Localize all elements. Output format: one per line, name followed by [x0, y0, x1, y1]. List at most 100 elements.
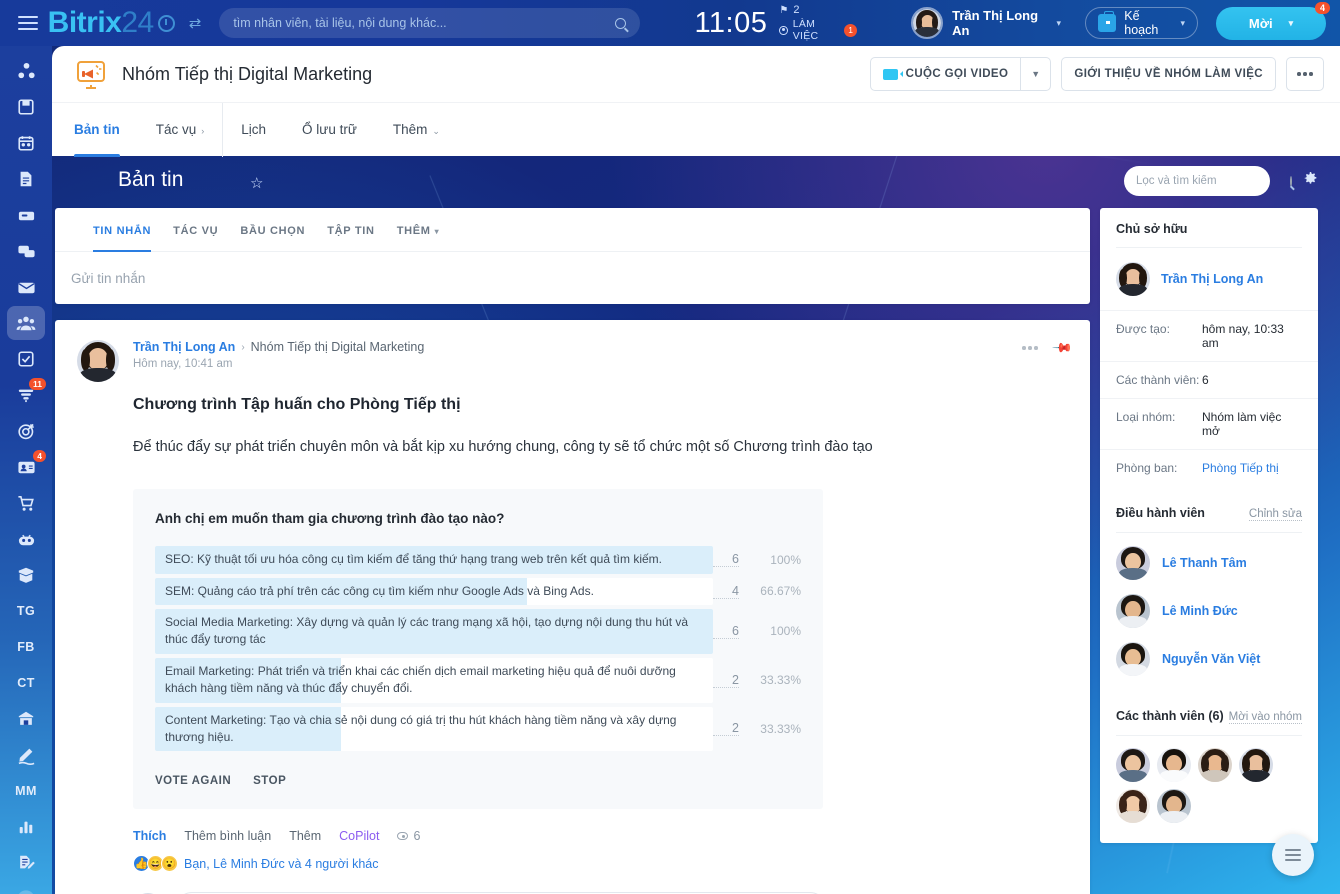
composer-tab-bau-chon[interactable]: BẦU CHỌN [240, 208, 327, 252]
poll-option-count: 2 [713, 721, 739, 736]
work-status[interactable]: ⚑ 2 LÀM VIỆC 1 [779, 4, 857, 42]
moderator-row[interactable]: Lê Minh Đức [1100, 587, 1318, 635]
sidebar-item-inbox[interactable] [7, 198, 45, 232]
favorite-star-icon[interactable]: ☆ [250, 174, 263, 192]
stop-poll-button[interactable]: STOP [253, 775, 286, 787]
search-icon[interactable] [1290, 176, 1292, 187]
reaction-text[interactable]: Bạn, Lê Minh Đức và 4 người khác [184, 857, 378, 871]
sidebar-item-funnel[interactable]: 11 [7, 378, 45, 412]
feed-settings-button[interactable] [1303, 171, 1318, 191]
info-value: hôm nay, 10:33 am [1202, 322, 1302, 350]
poll-option-bar[interactable]: SEM: Quảng cáo trả phí trên các công cụ … [155, 578, 713, 605]
sidebar-item-mail[interactable] [7, 270, 45, 304]
plan-button[interactable]: Kế hoạch ▾ [1085, 7, 1198, 39]
sidebar-item-company[interactable] [7, 702, 45, 736]
workspace-more-button[interactable] [1286, 57, 1324, 91]
poll-option-bar[interactable]: Social Media Marketing: Xây dựng và quản… [155, 609, 713, 654]
sidebar-item-sign[interactable] [7, 738, 45, 772]
more-actions-button[interactable]: Thêm [289, 829, 321, 843]
poll-option-bar[interactable]: SEO: Kỹ thuật tối ưu hóa công cụ tìm kiế… [155, 546, 713, 573]
reaction-emojis[interactable]: 👍 😄 😮 [133, 855, 175, 872]
add-comment-button[interactable]: Thêm bình luận [184, 829, 271, 843]
chevron-down-icon[interactable]: ▼ [1020, 58, 1050, 90]
switch-icon[interactable]: ⇄ [189, 14, 202, 32]
moderator-name[interactable]: Lê Minh Đức [1162, 604, 1238, 618]
sidebar-item-contacts[interactable]: 4 [7, 450, 45, 484]
composer-tab-tac-vu[interactable]: TÁC VỤ [173, 208, 240, 252]
composer-tab-tap-tin[interactable]: TẬP TIN [327, 208, 396, 252]
about-workgroup-button[interactable]: GIỚI THIỆU VỀ NHÓM LÀM VIỆC [1061, 57, 1276, 91]
member-avatar[interactable] [1116, 748, 1150, 782]
post-author[interactable]: Trần Thị Long An [133, 340, 235, 354]
member-avatar[interactable] [1157, 748, 1191, 782]
member-avatar[interactable] [1239, 748, 1273, 782]
chevron-down-icon [16, 889, 36, 894]
post-group-link[interactable]: Nhóm Tiếp thị Digital Marketing [251, 340, 425, 354]
sidebar-item-bot[interactable] [7, 522, 45, 556]
invite-button[interactable]: Mời ▾ 4 [1216, 7, 1326, 40]
bitrix24-logo[interactable]: Bitrix 24 [48, 6, 175, 40]
poll-option-bar[interactable]: Email Marketing: Phát triển và triển kha… [155, 658, 713, 703]
moderator-name[interactable]: Lê Thanh Tâm [1162, 556, 1247, 570]
sidebar-item-mm[interactable]: MM [7, 774, 45, 808]
sidebar-item-calendar[interactable] [7, 126, 45, 160]
filter-input[interactable] [1136, 175, 1290, 187]
tab-ban-tin[interactable]: Bản tin [74, 103, 138, 157]
tab-lich[interactable]: Lịch [222, 103, 284, 157]
poll-option-row[interactable]: SEO: Kỹ thuật tối ưu hóa công cụ tìm kiế… [155, 546, 801, 573]
moderator-name[interactable]: Nguyễn Văn Việt [1162, 652, 1260, 666]
moderator-row[interactable]: Lê Thanh Tâm [1100, 539, 1318, 587]
composer-tab-tin-nhan[interactable]: TIN NHẮN [93, 208, 173, 252]
tab-tac-vu[interactable]: Tác vụ› [138, 103, 223, 157]
composer-tab-them[interactable]: THÊM▾ [397, 208, 462, 252]
chat-toggle-button[interactable] [1272, 834, 1314, 876]
sidebar-item-chat[interactable] [7, 234, 45, 268]
owner-row[interactable]: Trần Thị Long An [1100, 248, 1318, 310]
sidebar-item-start[interactable] [7, 54, 45, 88]
menu-toggle-button[interactable] [12, 12, 44, 34]
moderator-row[interactable]: Nguyễn Văn Việt [1100, 635, 1318, 683]
global-search[interactable] [219, 8, 640, 38]
moderators-section-header: Điều hành viên Chỉnh sửa [1100, 486, 1318, 532]
post-more-button[interactable] [1022, 346, 1038, 350]
sidebar-item-reports[interactable] [7, 846, 45, 880]
poll-option-row[interactable]: Social Media Marketing: Xây dựng và quản… [155, 609, 801, 654]
info-value-link[interactable]: Phòng Tiếp thị [1202, 461, 1279, 475]
tab-o-luu-tru[interactable]: Ổ lưu trữ [284, 103, 375, 157]
sidebar-item-inventory[interactable] [7, 558, 45, 592]
video-call-button[interactable]: CUỘC GỌI VIDEO ▼ [870, 57, 1052, 91]
sidebar-item-drive[interactable] [7, 90, 45, 124]
search-icon[interactable] [615, 18, 626, 29]
sidebar-item-ct[interactable]: CT [7, 666, 45, 700]
search-input[interactable] [233, 16, 615, 30]
vote-again-button[interactable]: VOTE AGAIN [155, 775, 231, 787]
sidebar-item-more[interactable] [7, 882, 45, 894]
invite-to-group-link[interactable]: Mời vào nhóm [1229, 711, 1302, 724]
flag-count: 2 [793, 4, 799, 16]
tab-them[interactable]: Thêm⌄ [375, 103, 458, 157]
poll-option-row[interactable]: SEM: Quảng cáo trả phí trên các công cụ … [155, 578, 801, 605]
member-avatar[interactable] [1157, 789, 1191, 823]
sidebar-item-groups[interactable] [7, 306, 45, 340]
sidebar-item-crm-target[interactable] [7, 414, 45, 448]
sidebar-item-tg[interactable]: TG [7, 594, 45, 628]
like-button[interactable]: Thích [133, 829, 166, 843]
info-row-members: Các thành viên: 6 [1100, 361, 1318, 398]
pin-icon[interactable]: 📌 [1051, 337, 1074, 360]
poll-option-bar[interactable]: Content Marketing: Tạo và chia sẻ nội du… [155, 707, 713, 752]
sidebar-item-shop[interactable] [7, 486, 45, 520]
moderators-edit-link[interactable]: Chỉnh sửa [1249, 508, 1302, 521]
poll-option-row[interactable]: Content Marketing: Tạo và chia sẻ nội du… [155, 707, 801, 752]
poll-option-row[interactable]: Email Marketing: Phát triển và triển kha… [155, 658, 801, 703]
sidebar-item-tasks[interactable] [7, 342, 45, 376]
sidebar-item-analytics[interactable] [7, 810, 45, 844]
member-avatar[interactable] [1198, 748, 1232, 782]
copilot-button[interactable]: CoPilot [339, 829, 379, 843]
filter-search-box[interactable] [1124, 166, 1270, 196]
member-avatar[interactable] [1116, 789, 1150, 823]
owner-name[interactable]: Trần Thị Long An [1161, 272, 1263, 286]
sidebar-item-fb[interactable]: FB [7, 630, 45, 664]
composer-input[interactable]: Gửi tin nhắn [55, 252, 1090, 304]
user-menu[interactable]: Trần Thị Long An ▾ [911, 7, 1061, 39]
sidebar-item-documents[interactable] [7, 162, 45, 196]
